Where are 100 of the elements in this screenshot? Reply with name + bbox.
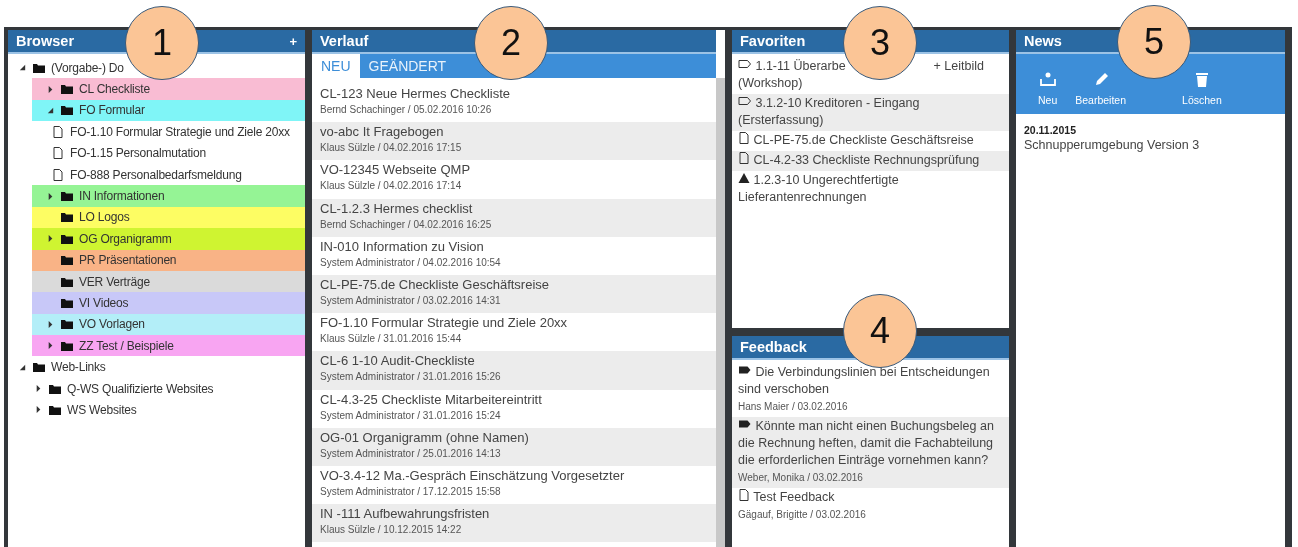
collapsed-arrow-icon[interactable] xyxy=(46,191,55,201)
tab[interactable]: NEU xyxy=(312,54,360,78)
history-item[interactable]: IN -111 Aufbewahrungsfristen Klaus Sülzle / 10.12.2015 14:22 xyxy=(312,504,716,543)
folder-icon xyxy=(61,254,73,267)
tag-icon xyxy=(738,58,752,70)
folder-icon xyxy=(33,61,45,74)
item-title: CL-123 Neue Hermes Checkliste xyxy=(320,86,511,101)
item-meta: Bernd Schachinger / 05.02.2016 10:26 xyxy=(320,104,492,115)
folder-icon xyxy=(61,211,73,224)
collapsed-arrow-icon[interactable] xyxy=(46,341,55,351)
folder-icon xyxy=(61,232,73,245)
history-item[interactable]: CL-PE-75.de Checkliste Geschäftsreise System Administrator / 03.02.2016 14:31 xyxy=(312,274,716,314)
scrollbar[interactable] xyxy=(716,78,725,547)
tree-item-label[interactable]: CL Checkliste xyxy=(79,82,150,97)
tree-item-label[interactable]: Web-Links xyxy=(51,360,106,375)
document-icon xyxy=(52,168,64,181)
favorite-text: CL-PE-75.de Checkliste Geschäftsreise xyxy=(738,132,1003,149)
favorite-text: CL-4.2-33 Checkliste Rechnungsprüfung xyxy=(738,152,1003,169)
favorite-item[interactable]: 3.1.2-10 Kreditoren - Eingang (Ersterfassung) xyxy=(732,94,1009,131)
feedback-text: Test Feedback xyxy=(738,489,1003,506)
news-date: 20.11.2015 xyxy=(1024,124,1077,136)
item-title: IN-010 Information zu Vision xyxy=(320,238,484,254)
item-title: OG-01 Organigramm (ohne Namen) xyxy=(320,429,529,445)
document-icon xyxy=(52,147,64,160)
tree-item-label[interactable]: VO Vorlagen xyxy=(79,317,145,332)
tree-item-label[interactable]: Q-WS Qualifizierte Websites xyxy=(67,381,214,396)
document-icon xyxy=(52,125,64,138)
tag-icon xyxy=(738,364,752,376)
item-meta: Weber, Monika / 03.02.2016 xyxy=(738,472,863,483)
collapsed-arrow-icon[interactable] xyxy=(46,84,55,94)
item-title: VO-12345 Webseite QMP xyxy=(320,162,471,178)
item-meta: Klaus Sülzle / 04.02.2016 17:14 xyxy=(320,180,462,192)
item-title: IN -111 Aufbewahrungsfristen xyxy=(320,506,490,522)
item-meta: System Administrator / 03.02.2016 14:31 xyxy=(320,294,501,306)
tree-item-label[interactable]: VI Videos xyxy=(79,296,129,310)
tree-item-label[interactable]: (Vorgabe-) Do xyxy=(51,60,124,75)
folder-icon xyxy=(61,297,73,309)
document-icon xyxy=(738,132,750,144)
item-meta: Klaus Sülzle / 31.01.2016 15:44 xyxy=(320,333,462,345)
callout-number: 1 xyxy=(125,6,199,80)
document-icon xyxy=(738,489,750,501)
item-meta: System Administrator / 04.02.2016 10:54 xyxy=(320,256,501,268)
panel-title: Verlauf xyxy=(320,33,369,49)
folder-icon xyxy=(61,318,73,331)
tree-item-label[interactable]: FO-888 Personalbedarfsmeldung xyxy=(70,167,242,182)
history-item[interactable]: CL-6 1-10 Audit-Checkliste System Administrator / 31.01.2016 15:26 xyxy=(312,351,716,390)
tree-item-label[interactable]: OG Organigramm xyxy=(79,231,172,246)
expanded-arrow-icon[interactable] xyxy=(18,362,27,372)
item-title: CL-6 1-10 Audit-Checkliste xyxy=(320,353,475,369)
item-title: CL-PE-75.de Checkliste Geschäftsreise xyxy=(320,276,550,292)
feedback-item[interactable]: Könnte man nicht einen Buchungsbeleg an die Rechnung heften, damit die Fachabteilung die erforderlichen Einträge vornehmen kann? Weber, Monika / 03.02.2016 xyxy=(732,417,1009,488)
item-title: VO-3.4-12 Ma.-Gespräch Einschätzung Vorgesetzter xyxy=(320,467,625,483)
tree-item-label[interactable]: WS Websites xyxy=(67,402,137,417)
folder-icon xyxy=(49,403,61,416)
favorite-text: 3.1.2-10 Kreditoren - Eingang (Ersterfassung) xyxy=(738,95,921,129)
favorite-item[interactable]: CL-4.2-33 Checkliste Rechnungsprüfung xyxy=(732,151,1009,171)
item-title: CL-1.2.3 Hermes checklist xyxy=(320,200,473,216)
collapsed-arrow-icon[interactable] xyxy=(46,319,55,329)
tree-item-label[interactable]: FO-1.15 Personalmutation xyxy=(70,146,206,161)
tag-icon xyxy=(738,95,752,107)
item-meta: Bernd Schachinger / 04.02.2016 16:25 xyxy=(320,218,492,230)
add-button[interactable]: + xyxy=(289,33,297,49)
item-meta: Klaus Sülzle / 04.02.2016 17:15 xyxy=(320,142,462,154)
item-title: CL-4.3-25 Checkliste Mitarbeitereintritt xyxy=(320,391,542,407)
history-item[interactable]: CL-1.2.3 Hermes checklist Bernd Schachinger / 04.02.2016 16:25 xyxy=(312,198,716,237)
item-meta: Hans Maier / 03.02.2016 xyxy=(738,401,848,412)
tree-item-label[interactable]: FO-1.10 Formular Strategie und Ziele 20xx xyxy=(70,124,290,139)
favorite-text: 1.1-11 Überarbe + Leitbild (Workshop) xyxy=(738,58,985,92)
tree-item-label[interactable]: ZZ Test / Beispiele xyxy=(79,338,174,353)
expanded-arrow-icon[interactable] xyxy=(18,63,27,73)
item-title: FO-1.10 Formular Strategie und Ziele 20xx xyxy=(320,315,568,331)
callout-number: 5 xyxy=(1117,5,1191,79)
news-text: Schnupperumgebung Version 3 xyxy=(1024,138,1201,152)
item-meta: System Administrator / 25.01.2016 14:13 xyxy=(320,447,501,459)
folder-icon xyxy=(33,361,45,374)
expanded-arrow-icon[interactable] xyxy=(46,105,55,115)
collapsed-arrow-icon[interactable] xyxy=(46,234,55,244)
tree-item-label[interactable]: IN Informationen xyxy=(79,189,165,204)
folder-icon xyxy=(61,339,73,352)
folder-icon xyxy=(49,382,61,395)
panel-title: Feedback xyxy=(740,339,807,355)
item-meta: System Administrator / 17.12.2015 15:58 xyxy=(320,485,501,497)
panel-title: News xyxy=(1024,33,1062,49)
item-meta: Gägauf, Brigitte / 03.02.2016 xyxy=(738,509,866,520)
favorite-text: 1.2.3-10 Ungerechtfertigte Lieferantenrechnungen xyxy=(738,172,900,206)
tree-item-label[interactable]: LO Logos xyxy=(79,210,130,225)
item-meta: System Administrator / 31.01.2016 15:26 xyxy=(320,371,501,383)
feedback-text: Könnte man nicht einen Buchungsbeleg an die Rechnung heften, damit die Fachabteilung die erforderlichen Einträge vornehmen kann? xyxy=(738,418,995,469)
collapsed-arrow-icon[interactable] xyxy=(34,384,43,394)
history-item[interactable]: OG-01 Organigramm (ohne Namen) System Administrator / 25.01.2016 14:13 xyxy=(312,427,716,466)
tree-item-label[interactable]: FO Formular xyxy=(79,103,145,118)
folder-icon xyxy=(61,190,73,203)
collapsed-arrow-icon[interactable] xyxy=(34,405,43,415)
new-item-icon xyxy=(1038,70,1057,88)
tree-item-label[interactable]: PR Präsentationen xyxy=(79,253,177,268)
callout-number: 2 xyxy=(474,6,548,80)
panel-title: Favoriten xyxy=(740,33,806,49)
tree-item-label[interactable]: VER Verträge xyxy=(79,274,150,289)
history-item[interactable]: vo-abc It Fragebogen Klaus Sülzle / 04.02.2016 17:15 xyxy=(312,122,716,161)
panel-title: Browser xyxy=(16,33,75,49)
